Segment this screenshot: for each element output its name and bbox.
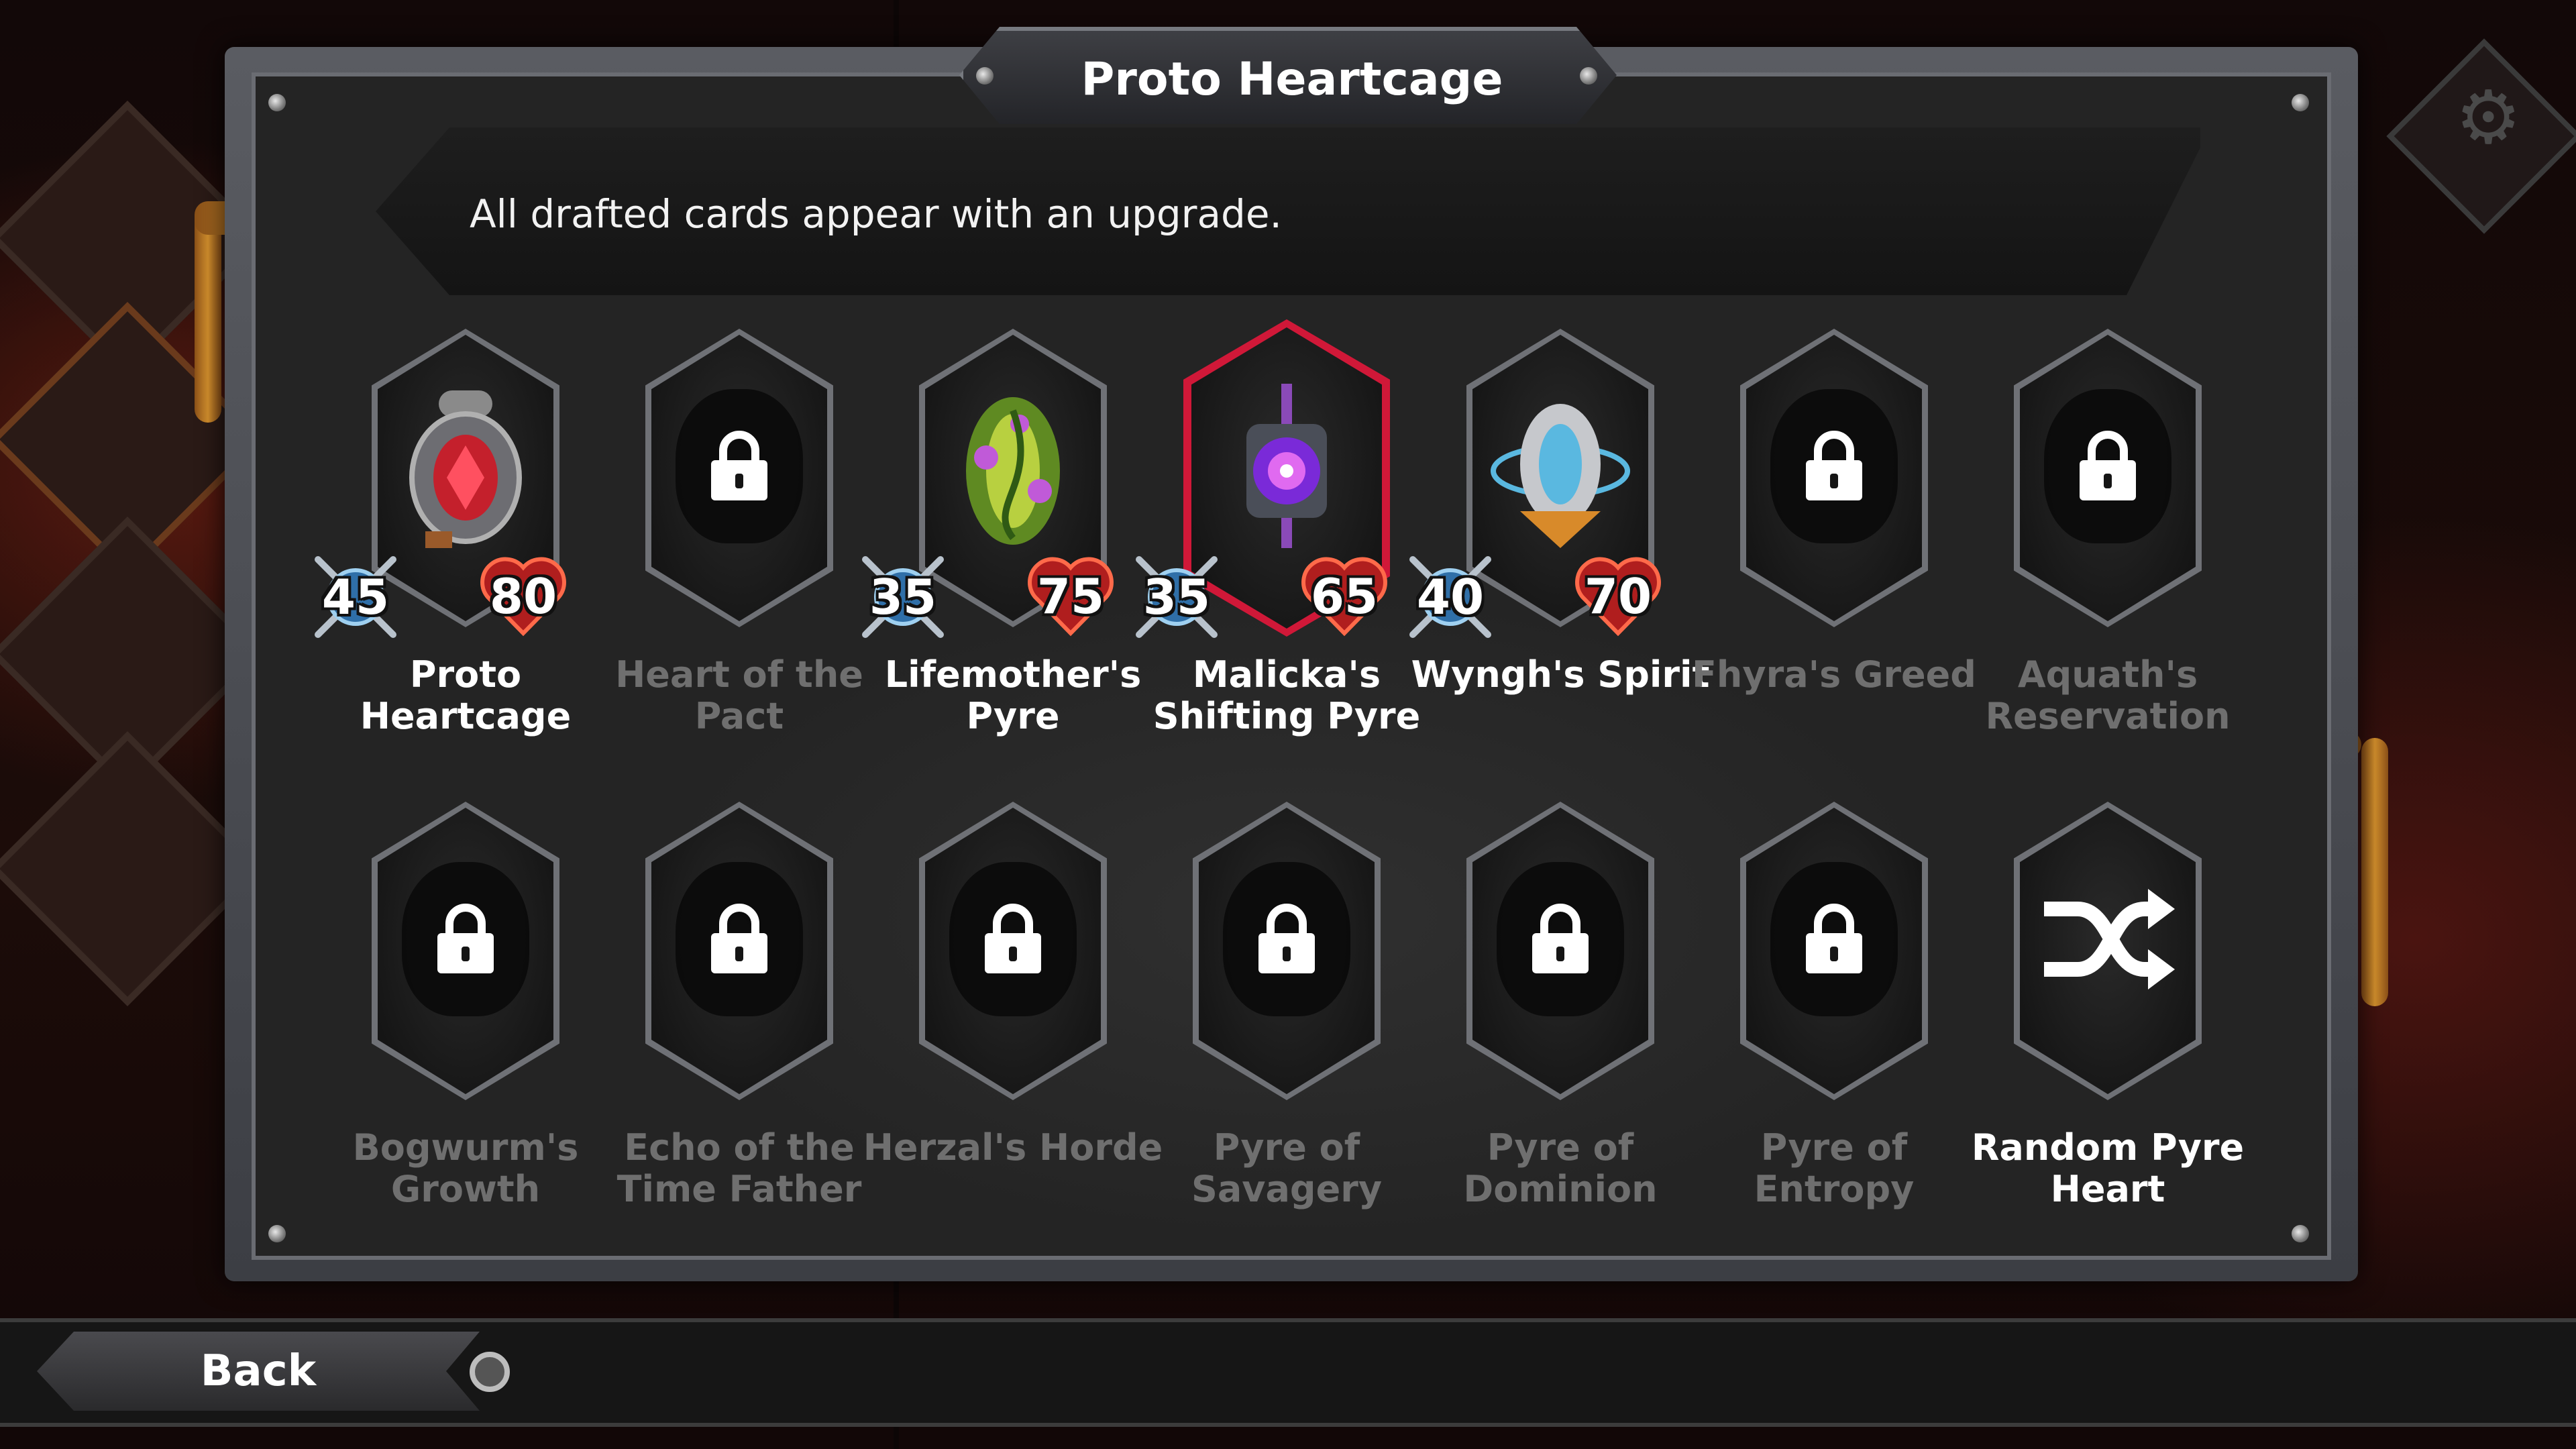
crossed-swords-icon — [1130, 556, 1224, 647]
lock-icon — [707, 429, 771, 503]
pyre-heart-name: Pyre of Dominion — [1463, 1126, 1658, 1210]
attack-stat: 45 — [309, 550, 402, 644]
rivet — [268, 94, 286, 111]
rivet — [268, 1225, 286, 1242]
pyre-heart-name: Echo of the Time Father — [616, 1126, 862, 1210]
pyre-heart-hex[interactable] — [1193, 802, 1381, 1100]
wyngh-spirit-icon — [1487, 384, 1634, 554]
pyre-heart-hex[interactable] — [1466, 802, 1654, 1100]
pyre-heart-hex[interactable] — [645, 802, 833, 1100]
lock-icon — [1802, 902, 1866, 976]
attack-stat: 40 — [1403, 550, 1497, 644]
heart-icon — [1301, 557, 1388, 641]
lock-icon — [981, 902, 1045, 976]
pyre-heart-name: Herzal's Horde — [863, 1126, 1163, 1169]
pyre-heart-hex[interactable] — [1740, 802, 1928, 1100]
decorative-pipe — [2361, 738, 2388, 1006]
shifting-pyre-icon — [1220, 384, 1354, 554]
shuffle-icon — [2037, 882, 2178, 996]
pyre-heart-item[interactable]: 35 75 Lifemother's Pyre — [862, 329, 1150, 758]
page-title: Proto Heartcage — [1081, 53, 1503, 106]
pyre-heart-item[interactable]: 35 65 Malicka's Shifting Pyre — [1136, 319, 1424, 758]
attack-value: 35 — [869, 569, 937, 625]
pyre-heart-name: Malicka's Shifting Pyre — [1152, 653, 1421, 737]
rivet — [976, 67, 994, 85]
pyre-heart-item[interactable]: Heart of the Pact — [602, 329, 876, 758]
pyre-heart-item[interactable]: Bogwurm's Growth — [329, 802, 602, 1231]
lock-icon — [1254, 902, 1319, 976]
pyre-heart-hex[interactable] — [919, 802, 1107, 1100]
pyre-heart-item[interactable]: 40 70 Wyngh's Spirit — [1409, 329, 1709, 758]
pyre-heart-item[interactable]: Herzal's Horde — [863, 802, 1163, 1231]
title-plate: Proto Heartcage — [959, 27, 1617, 124]
controller-b-button-icon — [470, 1352, 510, 1392]
pyre-heart-hex[interactable] — [2014, 802, 2202, 1100]
pyre-heart-hex[interactable] — [2014, 329, 2202, 627]
pyre-heart-item[interactable]: Random Pyre Heart — [1971, 802, 2245, 1231]
pyre-heart-item[interactable]: Pyre of Dominion — [1424, 802, 1697, 1231]
gear-icon: ⚙ — [2455, 74, 2522, 160]
pyre-heart-item[interactable]: 45 80 Proto Heartcage — [315, 329, 602, 758]
pyre-heart-description: All drafted cards appear with an upgrade… — [470, 191, 1282, 237]
heart-icon — [1027, 557, 1114, 641]
pyre-heart-name: Lifemother's Pyre — [884, 653, 1142, 737]
pyre-heart-hex[interactable] — [372, 802, 559, 1100]
attack-stat: 35 — [856, 550, 950, 644]
health-stat: 70 — [1574, 554, 1662, 639]
pyre-heart-item[interactable]: Fhyra's Greed — [1692, 329, 1976, 758]
back-button-label: Back — [200, 1346, 317, 1396]
crossed-swords-icon — [856, 556, 950, 647]
heartcage-icon — [398, 384, 533, 554]
health-value: 65 — [1310, 568, 1379, 625]
lock-icon — [1802, 429, 1866, 503]
pyre-heart-hex[interactable] — [1740, 329, 1928, 627]
health-stat: 65 — [1301, 554, 1388, 639]
pyre-heart-name: Wyngh's Spirit — [1411, 653, 1710, 696]
attack-stat: 35 — [1130, 550, 1224, 644]
pyre-heart-name: Aquath's Reservation — [1985, 653, 2231, 737]
attack-value: 35 — [1142, 569, 1211, 625]
pyre-heart-item[interactable]: Pyre of Entropy — [1697, 802, 1971, 1231]
pyre-heart-name: Pyre of Savagery — [1191, 1126, 1383, 1210]
lock-icon — [2076, 429, 2140, 503]
health-value: 80 — [489, 568, 557, 625]
health-stat: 75 — [1027, 554, 1114, 639]
pyre-heart-name: Fhyra's Greed — [1692, 653, 1976, 696]
pyre-heart-name: Pyre of Entropy — [1754, 1126, 1915, 1210]
rivet — [2292, 1225, 2309, 1242]
lock-icon — [1528, 902, 1593, 976]
pyre-heart-item[interactable]: Aquath's Reservation — [1971, 329, 2245, 758]
pyre-heart-hex[interactable] — [645, 329, 833, 627]
heart-icon — [480, 557, 567, 641]
rivet — [2292, 94, 2309, 111]
health-stat: 80 — [480, 554, 567, 639]
attack-value: 45 — [321, 569, 390, 625]
pyre-heart-item[interactable]: Pyre of Savagery — [1150, 802, 1424, 1231]
pyre-heart-name: Heart of the Pact — [615, 653, 863, 737]
health-value: 70 — [1584, 568, 1652, 625]
decorative-pipe — [195, 208, 221, 423]
back-button[interactable]: Back — [37, 1332, 480, 1411]
pyre-heart-name: Bogwurm's Growth — [352, 1126, 579, 1210]
attack-value: 40 — [1416, 569, 1485, 625]
lock-icon — [433, 902, 498, 976]
crossed-swords-icon — [309, 556, 402, 647]
crossed-swords-icon — [1403, 556, 1497, 647]
rivet — [1580, 67, 1597, 85]
pyre-heart-name: Random Pyre Heart — [1971, 1126, 2245, 1210]
lifemother-icon — [946, 384, 1080, 554]
pyre-heart-item[interactable]: Echo of the Time Father — [602, 802, 876, 1231]
lock-icon — [707, 902, 771, 976]
heart-icon — [1574, 557, 1662, 641]
health-value: 75 — [1036, 568, 1105, 625]
pyre-heart-name: Proto Heartcage — [360, 653, 572, 737]
